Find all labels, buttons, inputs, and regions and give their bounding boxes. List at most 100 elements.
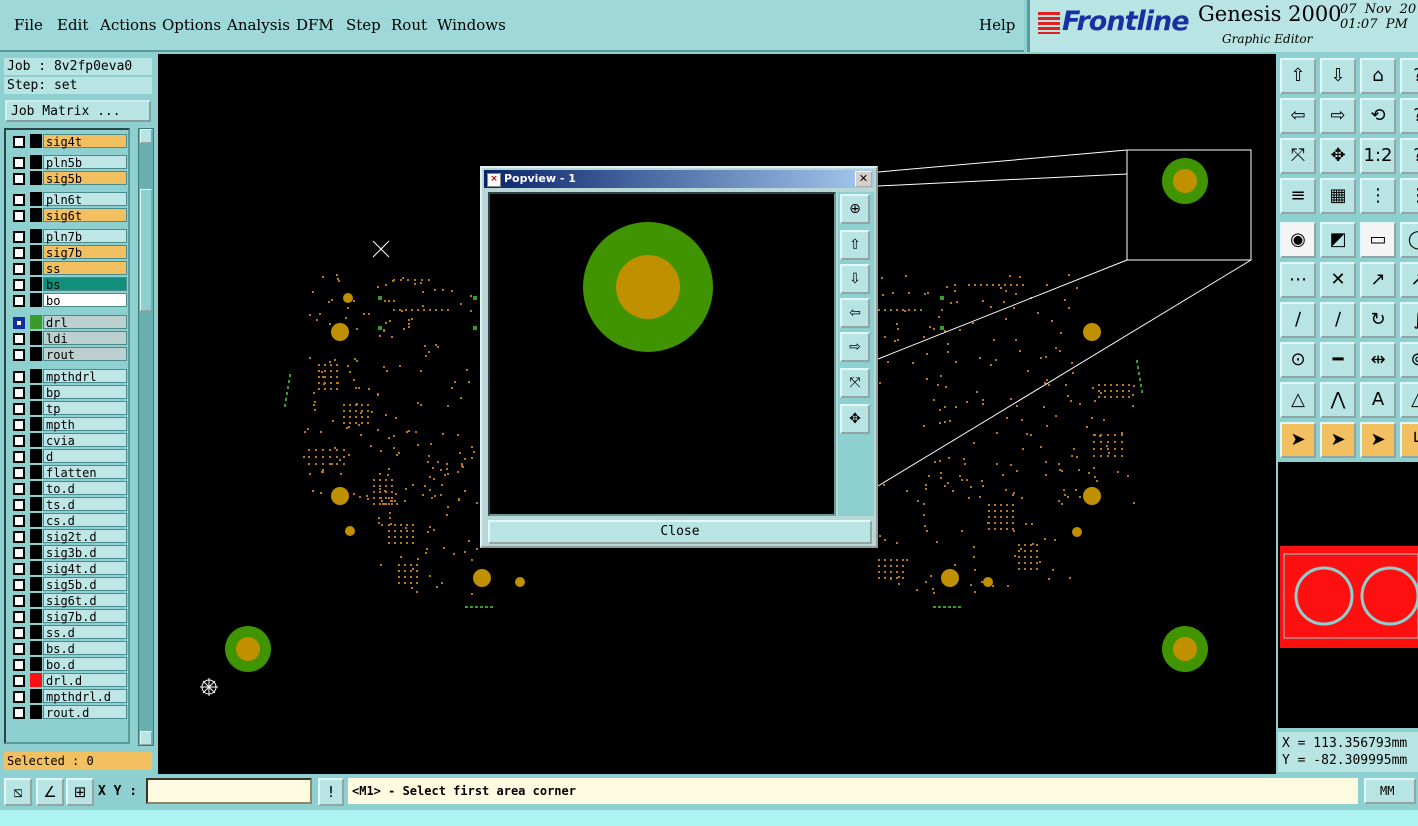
layer-color-swatch[interactable] — [30, 277, 42, 291]
layer-name[interactable]: ss.d — [43, 625, 127, 640]
layer-checkbox[interactable] — [13, 547, 25, 559]
layer-name[interactable]: sig3b.d — [43, 545, 127, 560]
menu-rout[interactable]: Rout — [391, 16, 427, 34]
layer-color-swatch[interactable] — [30, 513, 42, 527]
layer-name[interactable]: cs.d — [43, 513, 127, 528]
tool-button-icon[interactable]: △ — [1400, 382, 1418, 418]
layer-checkbox[interactable] — [13, 157, 25, 169]
layer-name[interactable]: sig7b.d — [43, 609, 127, 624]
pan-down-icon[interactable]: ⇩ — [840, 264, 870, 294]
layer-row[interactable]: mpth — [8, 417, 128, 432]
layer-checkbox[interactable] — [13, 467, 25, 479]
tool-button-icon[interactable]: ✥ — [1320, 138, 1356, 174]
layer-name[interactable]: sig4t — [43, 134, 127, 149]
layer-name[interactable]: flatten — [43, 465, 127, 480]
layer-checkbox[interactable] — [13, 579, 25, 591]
tool-button-icon[interactable]: A — [1360, 382, 1396, 418]
layer-checkbox[interactable] — [13, 435, 25, 447]
layer-checkbox[interactable] — [13, 136, 25, 148]
layer-name[interactable]: d — [43, 449, 127, 464]
layer-checkbox[interactable] — [13, 627, 25, 639]
layer-color-swatch[interactable] — [30, 261, 42, 275]
layer-checkbox[interactable] — [13, 387, 25, 399]
tool-button-icon[interactable]: ↗ — [1400, 262, 1418, 298]
layer-name[interactable]: ldi — [43, 331, 127, 346]
layer-color-swatch[interactable] — [30, 315, 42, 329]
layer-name[interactable]: sig6t — [43, 208, 127, 223]
layer-name[interactable]: bo.d — [43, 657, 127, 672]
layer-color-swatch[interactable] — [30, 529, 42, 543]
layer-color-swatch[interactable] — [30, 192, 42, 206]
layer-color-swatch[interactable] — [30, 609, 42, 623]
layer-color-swatch[interactable] — [30, 347, 42, 361]
layer-checkbox[interactable] — [13, 263, 25, 275]
layer-color-swatch[interactable] — [30, 481, 42, 495]
layer-color-swatch[interactable] — [30, 293, 42, 307]
tool-button-icon[interactable]: ✕ — [1320, 262, 1356, 298]
tool-button-icon[interactable]: ? — [1400, 58, 1418, 94]
layer-color-swatch[interactable] — [30, 229, 42, 243]
layer-color-swatch[interactable] — [30, 497, 42, 511]
layer-row[interactable]: bs.d — [8, 641, 128, 656]
layer-checkbox[interactable] — [13, 403, 25, 415]
tool-button-icon[interactable]: ↳ — [1400, 422, 1418, 458]
layer-color-swatch[interactable] — [30, 561, 42, 575]
xy-input[interactable] — [146, 778, 312, 804]
layer-name[interactable]: bp — [43, 385, 127, 400]
layer-name[interactable]: sig5b — [43, 171, 127, 186]
layer-row[interactable]: mpthdrl — [8, 369, 128, 384]
layer-name[interactable]: pln7b — [43, 229, 127, 244]
tool-button-icon[interactable]: ⋀ — [1320, 382, 1356, 418]
layer-row[interactable]: sig6t.d — [8, 593, 128, 608]
tool-button-icon[interactable]: ⊚ — [1400, 342, 1418, 378]
layer-checkbox[interactable] — [13, 317, 25, 329]
layer-color-swatch[interactable] — [30, 673, 42, 687]
layer-row[interactable]: cvia — [8, 433, 128, 448]
tool-button-icon[interactable]: ? — [1400, 138, 1418, 174]
tool-button-icon[interactable]: ➤ — [1320, 422, 1356, 458]
tool-button-icon[interactable]: ⇩ — [1320, 58, 1356, 94]
tool-button-icon[interactable]: ⋮ — [1400, 178, 1418, 214]
layer-checkbox[interactable] — [13, 707, 25, 719]
job-matrix-button[interactable]: Job Matrix ... — [5, 100, 151, 122]
layer-row[interactable]: to.d — [8, 481, 128, 496]
layer-checkbox[interactable] — [13, 247, 25, 259]
layer-row[interactable]: bo — [8, 293, 128, 308]
zoom-in-icon[interactable]: ⊕ — [840, 194, 870, 224]
tool-button-icon[interactable]: ∕ — [1320, 302, 1356, 338]
tool-button-icon[interactable]: ↻ — [1360, 302, 1396, 338]
layer-row[interactable]: rout — [8, 347, 128, 362]
layer-checkbox[interactable] — [13, 595, 25, 607]
menu-windows[interactable]: Windows — [437, 16, 506, 34]
fit-icon[interactable]: ⤧ — [840, 368, 870, 398]
layer-row[interactable]: ss — [8, 261, 128, 276]
layer-name[interactable]: cvia — [43, 433, 127, 448]
tool-button-icon[interactable]: ↗ — [1360, 262, 1396, 298]
layer-name[interactable]: drl.d — [43, 673, 127, 688]
layer-color-swatch[interactable] — [30, 134, 42, 148]
layer-row[interactable]: sig7b — [8, 245, 128, 260]
minimap[interactable] — [1278, 462, 1418, 728]
layer-name[interactable]: bs — [43, 277, 127, 292]
tool-button-icon[interactable]: ⊙ — [1280, 342, 1316, 378]
layer-checkbox[interactable] — [13, 451, 25, 463]
layer-checkbox[interactable] — [13, 515, 25, 527]
angle-mode-icon[interactable]: ∠ — [36, 778, 64, 806]
layer-name[interactable]: pln5b — [43, 155, 127, 170]
tool-button-icon[interactable]: ⋯ — [1280, 262, 1316, 298]
menu-edit[interactable]: Edit — [57, 16, 88, 34]
menu-help[interactable]: Help — [979, 16, 1015, 34]
layer-color-swatch[interactable] — [30, 331, 42, 345]
layer-checkbox[interactable] — [13, 173, 25, 185]
layer-checkbox[interactable] — [13, 675, 25, 687]
tool-button-icon[interactable]: ◩ — [1320, 222, 1356, 258]
unit-button[interactable]: MM — [1364, 778, 1416, 804]
layer-color-swatch[interactable] — [30, 465, 42, 479]
tool-button-icon[interactable]: ≡ — [1280, 178, 1316, 214]
layer-color-swatch[interactable] — [30, 208, 42, 222]
layer-name[interactable]: ts.d — [43, 497, 127, 512]
popview-close-button[interactable]: Close — [488, 520, 872, 544]
layer-checkbox[interactable] — [13, 279, 25, 291]
layer-checkbox[interactable] — [13, 231, 25, 243]
layer-name[interactable]: ss — [43, 261, 127, 276]
